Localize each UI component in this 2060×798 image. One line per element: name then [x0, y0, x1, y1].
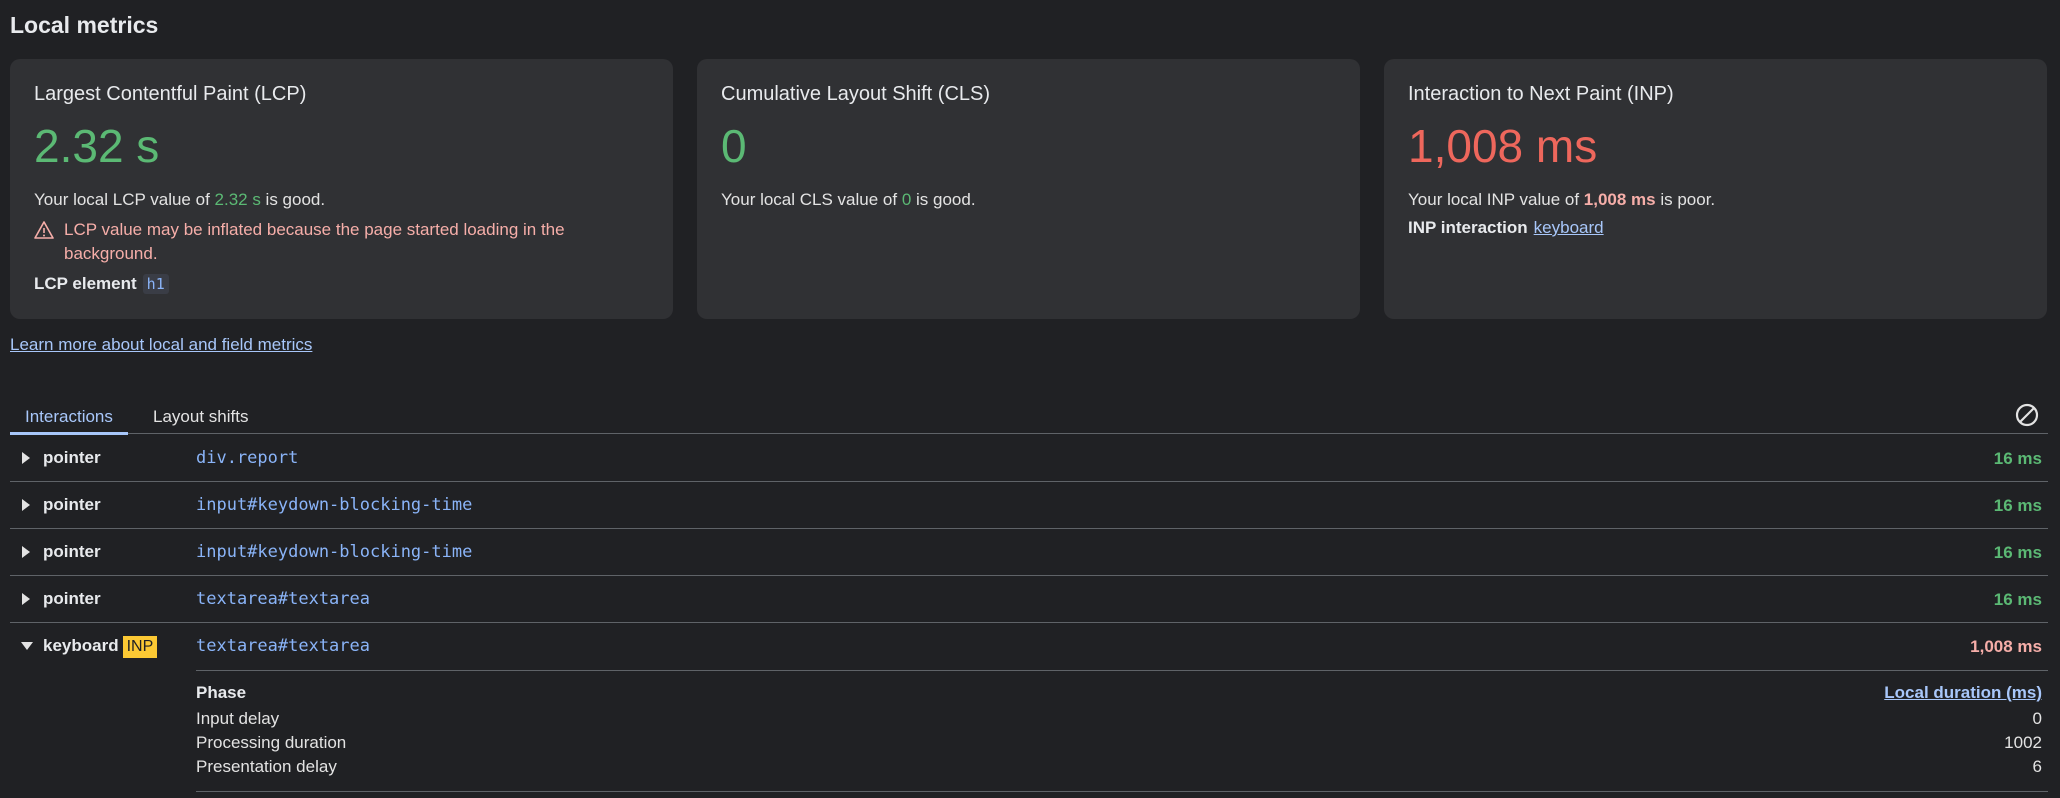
interaction-type: pointer	[43, 542, 101, 561]
lcp-warning: LCP value may be inflated because the pa…	[34, 218, 649, 266]
lcp-element-label: LCP element	[34, 274, 137, 293]
expand-arrow-icon[interactable]	[22, 452, 30, 464]
interactions-list: pointer div.report 16 ms pointer input#k…	[10, 435, 2048, 792]
cls-desc-suffix: is good.	[911, 190, 976, 209]
lcp-title: Largest Contentful Paint (LCP)	[34, 83, 307, 105]
phase-row: Processing duration 1002	[196, 733, 2048, 757]
phase-row: Presentation delay 6	[196, 757, 2048, 781]
inp-interaction-link[interactable]: keyboard	[1534, 218, 1604, 238]
interaction-row-expanded[interactable]: keyboard INP textarea#textarea 1,008 ms	[10, 623, 2048, 670]
section-title: Local metrics	[10, 12, 159, 38]
local-metrics-panel: Local metrics Largest Contentful Paint (…	[0, 0, 2060, 798]
tab-interactions[interactable]: Interactions	[10, 400, 128, 435]
interaction-duration: 1,008 ms	[1970, 637, 2042, 656]
local-duration-link[interactable]: Local duration (ms)	[1884, 683, 2042, 703]
expand-arrow-icon[interactable]	[22, 499, 30, 511]
interaction-row[interactable]: pointer div.report 16 ms	[10, 435, 2048, 482]
inp-value: 1,008 ms	[1408, 120, 1598, 172]
lcp-desc-prefix: Your local LCP value of	[34, 190, 215, 209]
cls-desc-prefix: Your local CLS value of	[721, 190, 902, 209]
interaction-type: pointer	[43, 589, 101, 608]
interaction-duration: 16 ms	[1993, 496, 2042, 515]
lcp-desc-value: 2.32 s	[214, 190, 261, 209]
phase-value: 6	[2032, 757, 2042, 776]
learn-more-link[interactable]: Learn more about local and field metrics	[10, 335, 312, 355]
tab-layout-shifts[interactable]: Layout shifts	[138, 400, 263, 434]
interaction-row[interactable]: pointer input#keydown-blocking-time 16 m…	[10, 529, 2048, 576]
inp-card: Interaction to Next Paint (INP) 1,008 ms…	[1384, 59, 2047, 319]
clear-icon[interactable]	[2014, 402, 2040, 428]
lcp-description: Your local LCP value of 2.32 s is good.	[34, 190, 649, 210]
interaction-duration: 16 ms	[1993, 543, 2042, 562]
lcp-element-row: LCP element h1	[34, 274, 649, 294]
inp-title: Interaction to Next Paint (INP)	[1408, 83, 1674, 105]
phase-table: Phase Local duration (ms) Input delay 0 …	[196, 670, 2048, 792]
phase-name: Presentation delay	[196, 757, 337, 776]
interaction-duration: 16 ms	[1993, 449, 2042, 468]
interaction-selector[interactable]: input#keydown-blocking-time	[196, 495, 472, 515]
lcp-value: 2.32 s	[34, 120, 160, 172]
cls-desc-value: 0	[901, 190, 912, 209]
interaction-type: pointer	[43, 448, 101, 467]
cls-description: Your local CLS value of 0 is good.	[721, 190, 1336, 210]
inp-interaction-label: INP interaction	[1408, 218, 1528, 237]
lcp-card: Largest Contentful Paint (LCP) 2.32 s Yo…	[10, 59, 673, 319]
phase-table-header: Phase Local duration (ms)	[196, 683, 2048, 709]
inp-desc-value: 1,008 ms	[1583, 190, 1656, 209]
interaction-type: pointer	[43, 495, 101, 514]
metric-cards: Largest Contentful Paint (LCP) 2.32 s Yo…	[10, 59, 2048, 319]
phase-row: Input delay 0	[196, 709, 2048, 733]
phase-name: Input delay	[196, 709, 280, 728]
interaction-duration: 16 ms	[1993, 590, 2042, 609]
tab-bar: Interactions Layout shifts	[10, 400, 2048, 435]
phase-value: 0	[2032, 709, 2042, 728]
inp-desc-prefix: Your local INP value of	[1408, 190, 1584, 209]
interaction-selector[interactable]: div.report	[196, 448, 298, 468]
lcp-desc-suffix: is good.	[260, 190, 326, 209]
phase-value: 1002	[2004, 733, 2042, 752]
inp-description: Your local INP value of 1,008 ms is poor…	[1408, 190, 2023, 210]
cls-card: Cumulative Layout Shift (CLS) 0 Your loc…	[697, 59, 1360, 319]
inp-badge: INP	[122, 636, 158, 658]
interaction-type: keyboard INP	[43, 636, 158, 658]
inp-desc-suffix: is poor.	[1655, 190, 1716, 209]
inp-interaction-row: INP interaction keyboard	[1408, 218, 2023, 238]
warning-icon	[34, 221, 54, 239]
phase-header-label: Phase	[196, 683, 247, 702]
lcp-element-chip[interactable]: h1	[142, 274, 169, 294]
phase-name: Processing duration	[196, 733, 347, 752]
expand-arrow-icon[interactable]	[22, 546, 30, 558]
cls-value: 0	[721, 120, 747, 172]
interaction-row[interactable]: pointer textarea#textarea 16 ms	[10, 576, 2048, 623]
interaction-row[interactable]: pointer input#keydown-blocking-time 16 m…	[10, 482, 2048, 529]
cls-title: Cumulative Layout Shift (CLS)	[721, 83, 991, 105]
lcp-warning-text: LCP value may be inflated because the pa…	[64, 220, 565, 263]
interaction-selector[interactable]: textarea#textarea	[196, 589, 370, 609]
interaction-selector[interactable]: textarea#textarea	[196, 636, 370, 656]
interaction-type-label: keyboard	[43, 636, 119, 655]
expand-arrow-icon[interactable]	[22, 593, 30, 605]
interaction-selector[interactable]: input#keydown-blocking-time	[196, 542, 472, 562]
collapse-arrow-icon[interactable]	[21, 642, 33, 650]
